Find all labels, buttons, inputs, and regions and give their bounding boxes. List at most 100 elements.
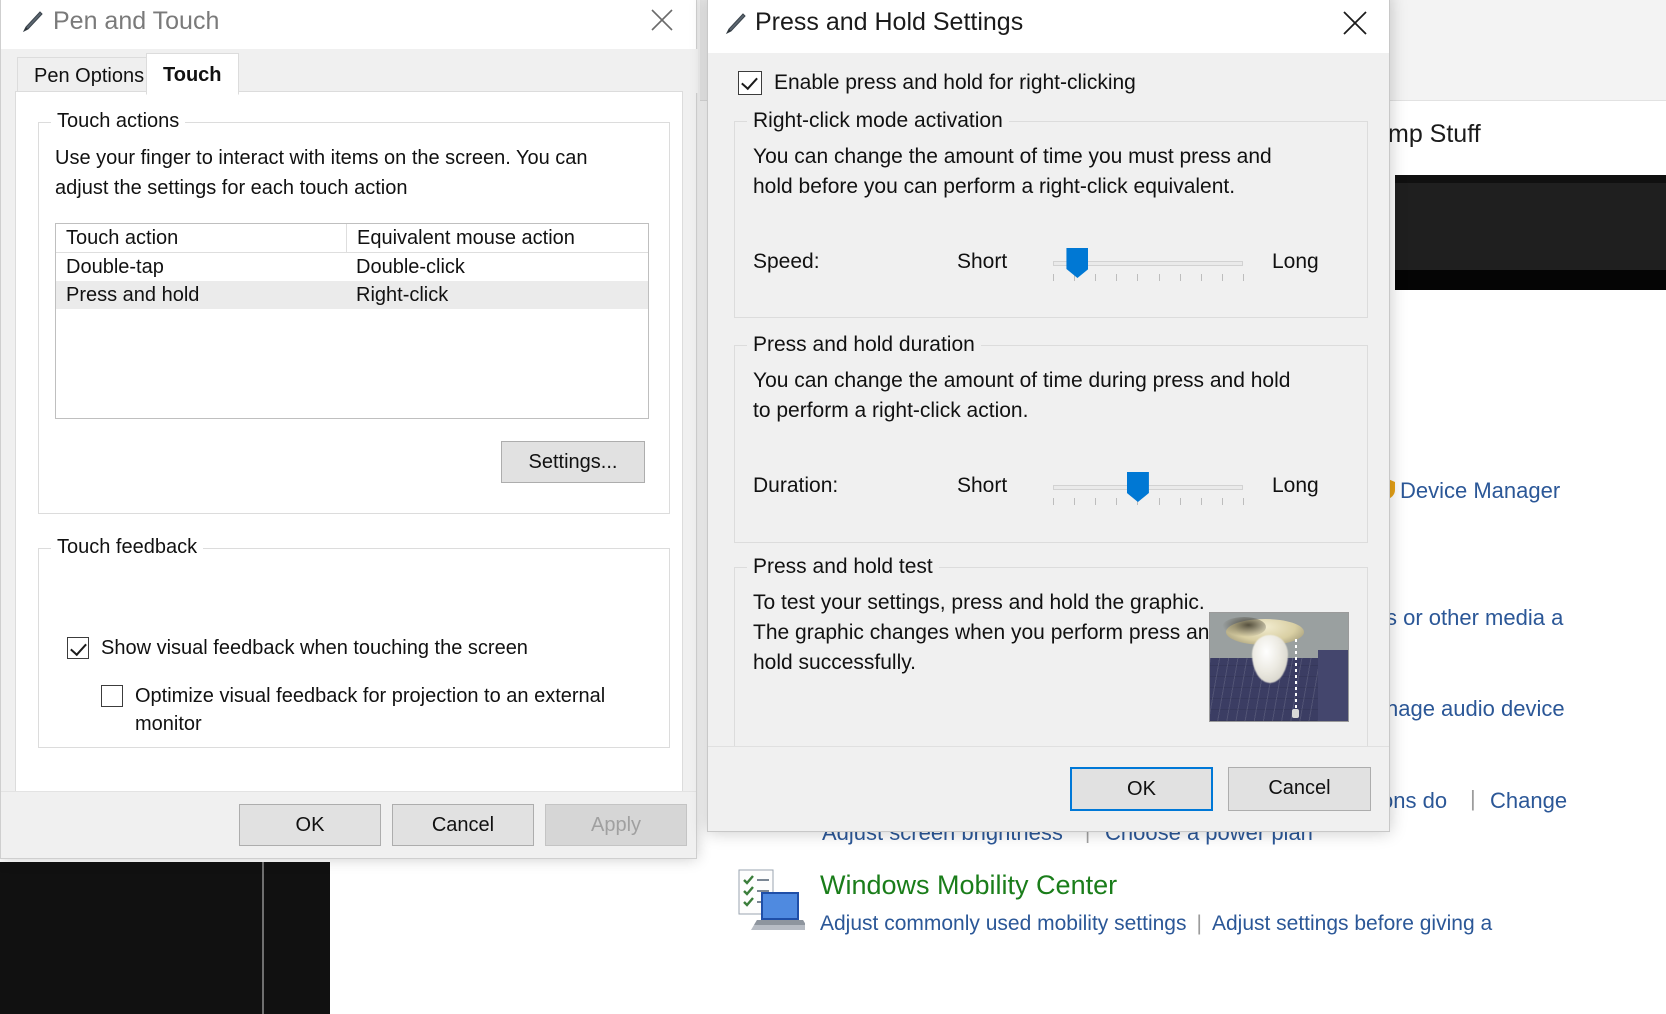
speed-label: Speed: <box>753 250 820 273</box>
ph-dialog-title: Press and Hold Settings <box>755 8 1024 36</box>
slider-tick <box>1074 498 1076 505</box>
slider-tick <box>1095 274 1097 281</box>
table-row[interactable]: Press and hold Right-click <box>56 281 648 309</box>
tab-touch[interactable]: Touch <box>146 53 239 95</box>
group-touch-actions-legend: Touch actions <box>51 110 186 133</box>
speed-min-label: Short <box>957 250 1008 273</box>
column-header-mouse-action: Equivalent mouse action <box>346 224 575 252</box>
touch-actions-header-row: Touch action Equivalent mouse action <box>56 224 648 253</box>
close-icon[interactable] <box>636 1 688 41</box>
row-mouse-action: Double-click <box>356 256 465 278</box>
lamp-shade-shadow <box>1222 617 1266 637</box>
mobility-center-subtitle: Adjust commonly used mobility settings | A… <box>820 912 1492 936</box>
bg-black-strip <box>0 862 330 1014</box>
slider-tick <box>1095 498 1097 505</box>
group-touch-feedback-legend: Touch feedback <box>51 536 204 559</box>
mobility-center-block: Windows Mobility Center Adjust commonly … <box>735 862 1635 952</box>
column-header-touch-action: Touch action <box>66 227 179 249</box>
row-mouse-action: Right-click <box>356 284 449 306</box>
slider-tick <box>1053 498 1054 505</box>
ok-button[interactable]: OK <box>1070 767 1213 811</box>
group-activation-legend: Right-click mode activation <box>747 109 1009 133</box>
touch-actions-description: Use your finger to interact with items o… <box>55 147 588 199</box>
checkbox-box <box>738 71 762 95</box>
bg-header-title: mp Stuff <box>1388 120 1481 148</box>
slider-tick <box>1200 498 1202 505</box>
cancel-button[interactable]: Cancel <box>1228 767 1371 811</box>
duration-min-label: Short <box>957 474 1008 497</box>
test-description: To test your settings, press and hold th… <box>753 591 1222 674</box>
duration-label: Duration: <box>753 474 839 497</box>
slider-tick <box>1243 498 1244 505</box>
mobility-center-title: Windows Mobility Center <box>820 870 1118 900</box>
group-press-and-hold-test: Press and hold test To test your setting… <box>734 555 1368 760</box>
group-touch-actions: Touch actions Use your finger to interac… <box>38 110 670 514</box>
slider-tick <box>1221 274 1223 281</box>
link-change[interactable]: Change <box>1490 788 1567 814</box>
ph-dialog-footer: OK Cancel <box>708 746 1389 831</box>
settings-button[interactable]: Settings... <box>501 441 645 483</box>
link-device-manager[interactable]: Device Manager <box>1400 478 1560 504</box>
link-separator: | <box>1470 786 1476 811</box>
group-press-and-hold-duration: Press and hold duration You can change t… <box>734 333 1368 543</box>
checkbox-label: Show visual feedback when touching the s… <box>101 637 528 659</box>
touch-actions-list[interactable]: Touch action Equivalent mouse action Dou… <box>55 223 649 419</box>
lamp-pull-cord <box>1295 639 1297 711</box>
group-right-click-mode-activation: Right-click mode activation You can chan… <box>734 109 1368 318</box>
slider-tick <box>1158 498 1160 505</box>
cancel-button[interactable]: Cancel <box>392 804 534 846</box>
close-icon[interactable] <box>1327 1 1383 45</box>
bg-dark-banner <box>1395 175 1666 290</box>
duration-slider[interactable] <box>1053 472 1244 506</box>
group-touch-feedback: Touch feedback Show visual feedback when… <box>38 536 670 748</box>
slider-tick <box>1243 274 1244 281</box>
link-audio-devices[interactable]: nage audio device <box>1386 696 1565 722</box>
row-touch-action: Press and hold <box>66 284 200 306</box>
checkbox-label: Enable press and hold for right-clicking <box>774 71 1136 94</box>
slider-tick <box>1053 274 1054 281</box>
link-media[interactable]: s or other media a <box>1386 605 1563 631</box>
speed-slider-ticks <box>1053 274 1244 282</box>
apply-button: Apply <box>545 804 687 846</box>
table-row[interactable]: Double-tap Double-click <box>56 253 648 281</box>
group-test-legend: Press and hold test <box>747 555 939 579</box>
link-ons-do[interactable]: ons do <box>1381 788 1447 814</box>
duration-max-label: Long <box>1272 474 1319 497</box>
duration-description: You can change the amount of time during… <box>753 369 1291 422</box>
bg-black-strip-seam <box>262 862 264 1014</box>
speed-slider[interactable] <box>1053 248 1244 282</box>
slider-tick <box>1137 274 1139 281</box>
lamp-cord-knob <box>1292 709 1299 718</box>
pen-dialog-title: Pen and Touch <box>53 7 220 35</box>
slider-tick <box>1158 274 1160 281</box>
link-adjust-before-giving[interactable]: Adjust settings before giving a <box>1212 912 1492 935</box>
duration-slider-ticks <box>1053 498 1244 506</box>
lamp-test-graphic[interactable] <box>1209 612 1349 722</box>
checkbox-box <box>67 637 89 659</box>
tab-pen-options[interactable]: Pen Options <box>17 57 162 93</box>
activation-description: You can change the amount of time you mu… <box>753 145 1272 198</box>
ok-button[interactable]: OK <box>239 804 381 846</box>
speed-max-label: Long <box>1272 250 1319 273</box>
slider-tick <box>1221 498 1223 505</box>
pen-dialog-footer: OK Cancel Apply <box>1 791 696 858</box>
slider-tick <box>1116 274 1118 281</box>
pen-and-touch-dialog: Pen and Touch Pen Options Touch Touch ac… <box>0 0 698 859</box>
pen-dialog-tabstrip: Pen Options Touch <box>1 49 698 95</box>
slider-tick <box>1179 274 1181 281</box>
pen-dialog-title-bar: Pen and Touch <box>1 0 696 50</box>
pen-icon <box>722 11 748 37</box>
checkbox-box <box>101 685 123 707</box>
mobility-sub-separator: | <box>1196 912 1202 935</box>
ph-dialog-title-bar: Press and Hold Settings <box>708 0 1389 53</box>
group-duration-legend: Press and hold duration <box>747 333 981 357</box>
link-adjust-mobility-settings[interactable]: Adjust commonly used mobility settings <box>820 912 1187 935</box>
ph-dialog-body: Enable press and hold for right-clicking… <box>708 53 1389 831</box>
test-graphic-wall-right <box>1317 649 1348 721</box>
slider-tick <box>1116 498 1118 505</box>
slider-tick <box>1200 274 1202 281</box>
press-and-hold-settings-dialog: Press and Hold Settings Enable press and… <box>707 0 1390 832</box>
slider-tick <box>1179 498 1181 505</box>
row-touch-action: Double-tap <box>66 256 164 278</box>
mobility-center-icon <box>735 866 809 936</box>
